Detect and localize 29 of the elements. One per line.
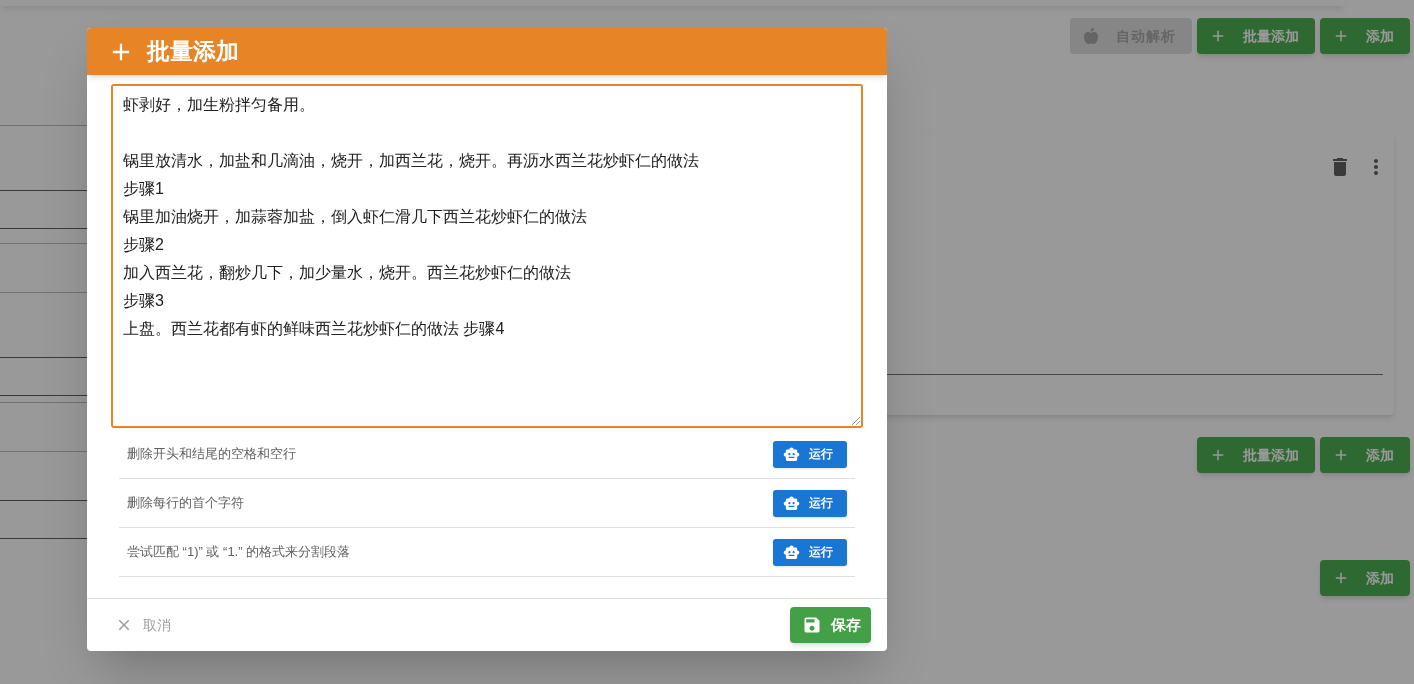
run-button[interactable]: 运行 (773, 489, 847, 517)
save-icon (802, 615, 822, 635)
add-button[interactable]: 批量添加 (1197, 437, 1315, 473)
text-line: 上盘。西兰花都有虾的鲜味西兰花炒虾仁的做法 步骤4 (123, 319, 505, 339)
save-button[interactable]: 保存 (790, 607, 871, 643)
text-area[interactable]: 虾剥好，加生粉拌匀备用。 锅里放清水，加盐和几滴油，烧开，加西兰花，烧开。再沥水西兰花炒虾仁的做法 步骤1 锅里加油烧开，加蒜蓉加盐，倒入虾仁滑几下西兰花炒虾仁的做法 步骤2 加入西兰花，翻炒几下，加少量水，烧开。西兰花炒虾仁的做法 步骤3 上盘。西兰花都有虾的鲜味西兰花炒虾仁的做法 步骤4 (111, 84, 863, 428)
cancel-button[interactable]: 取消 (115, 607, 171, 643)
dialog-title: 批量添加 (147, 37, 239, 67)
text-line: 锅里加油烧开，加蒜蓉加盐，倒入虾仁滑几下西兰花炒虾仁的做法 (123, 207, 587, 227)
robot-icon (783, 494, 800, 512)
robot-icon (783, 543, 800, 561)
rule-description: 尝试匹配 “1)” 或 “1.” 的格式来分割段落 (127, 543, 351, 562)
add-button[interactable]: 添加 (1320, 437, 1410, 473)
add-button[interactable]: 批量添加 (1197, 18, 1315, 54)
text-line: 锅里放清水，加盐和几滴油，烧开，加西兰花，烧开。再沥水西兰花炒虾仁的做法 (123, 151, 699, 171)
rule-description: 删除每行的首个字符 (127, 494, 244, 513)
text-line: 步骤3 (123, 291, 164, 311)
text-line: 步骤1 (123, 179, 164, 199)
apple-icon (1084, 28, 1098, 44)
text-line: 步骤2 (123, 235, 164, 255)
text-line: 加入西兰花，翻炒几下，加少量水，烧开。西兰花炒虾仁的做法 (123, 263, 571, 283)
rule-description: 删除开头和结尾的空格和空行 (127, 445, 296, 464)
add-button[interactable]: 添加 (1320, 18, 1410, 54)
run-button[interactable]: 运行 (773, 538, 847, 566)
text-line: 虾剥好，加生粉拌匀备用。 (123, 95, 315, 115)
resize-grip-icon[interactable] (852, 417, 860, 425)
run-button[interactable]: 运行 (773, 440, 847, 468)
robot-icon (783, 445, 800, 463)
add-button[interactable]: 添加 (1320, 560, 1410, 596)
